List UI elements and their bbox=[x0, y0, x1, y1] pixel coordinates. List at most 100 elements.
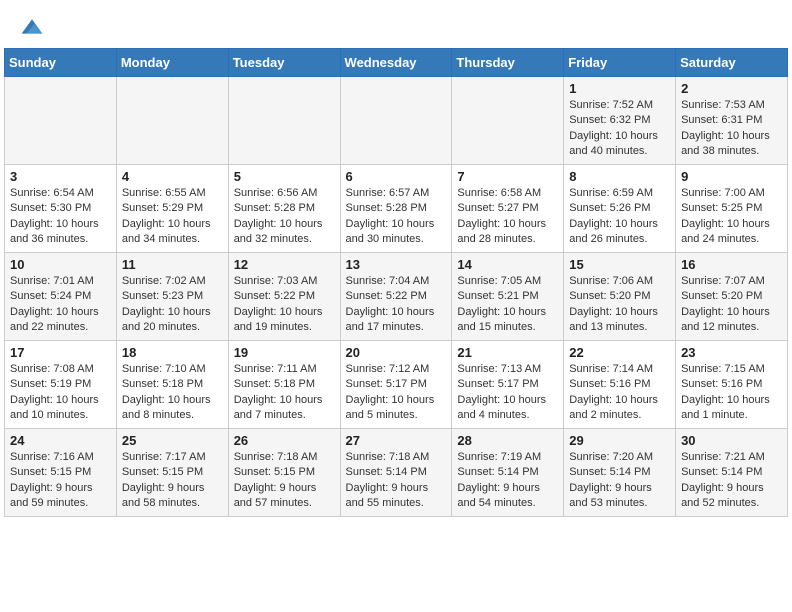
day-number: 7 bbox=[457, 169, 558, 184]
calendar-cell bbox=[116, 77, 228, 165]
day-number: 13 bbox=[346, 257, 447, 272]
day-number: 12 bbox=[234, 257, 335, 272]
weekday-saturday: Saturday bbox=[676, 49, 788, 77]
calendar-cell: 1 Sunrise: 7:52 AMSunset: 6:32 PMDaylight… bbox=[564, 77, 676, 165]
day-number: 9 bbox=[681, 169, 782, 184]
calendar-cell: 25Sunrise: 7:17 AMSunset: 5:15 PMDayligh… bbox=[116, 429, 228, 517]
day-number: 22 bbox=[569, 345, 670, 360]
calendar-cell: 2 Sunrise: 7:53 AMSunset: 6:31 PMDaylight… bbox=[676, 77, 788, 165]
day-info: Sunrise: 7:03 AMSunset: 5:22 PMDaylight:… bbox=[234, 274, 335, 336]
day-info: Sunrise: 7:18 AMSunset: 5:14 PMDaylight:… bbox=[346, 450, 447, 512]
day-number: 10 bbox=[10, 257, 111, 272]
calendar-row-3: 17 Sunrise: 7:08 AMSunset: 5:19 PMDayligh… bbox=[5, 341, 788, 429]
calendar-cell bbox=[340, 77, 452, 165]
calendar-row-0: 1 Sunrise: 7:52 AMSunset: 6:32 PMDaylight… bbox=[5, 77, 788, 165]
day-info: Sunrise: 7:00 AMSunset: 5:25 PMDaylight:… bbox=[681, 186, 782, 248]
calendar-cell: 21 Sunrise: 7:13 AMSunset: 5:17 PMDayligh… bbox=[452, 341, 564, 429]
day-info: Sunrise: 7:11 AMSunset: 5:18 PMDaylight:… bbox=[234, 362, 335, 424]
calendar-cell: 14 Sunrise: 7:05 AMSunset: 5:21 PMDayligh… bbox=[452, 253, 564, 341]
day-info: Sunrise: 7:06 AMSunset: 5:20 PMDaylight:… bbox=[569, 274, 670, 336]
calendar-cell: 27 Sunrise: 7:18 AMSunset: 5:14 PMDayligh… bbox=[340, 429, 452, 517]
day-info: Sunrise: 7:07 AMSunset: 5:20 PMDaylight:… bbox=[681, 274, 782, 336]
day-info: Sunrise: 7:19 AMSunset: 5:14 PMDaylight:… bbox=[457, 450, 558, 512]
weekday-thursday: Thursday bbox=[452, 49, 564, 77]
calendar-cell bbox=[452, 77, 564, 165]
day-number: 2 bbox=[681, 81, 782, 96]
day-info: Sunrise: 7:13 AMSunset: 5:17 PMDaylight:… bbox=[457, 362, 558, 424]
calendar-cell: 5 Sunrise: 6:56 AMSunset: 5:28 PMDaylight… bbox=[228, 165, 340, 253]
day-number: 18 bbox=[122, 345, 223, 360]
page-header bbox=[0, 0, 792, 48]
day-info: Sunrise: 7:10 AMSunset: 5:18 PMDaylight:… bbox=[122, 362, 223, 424]
calendar-cell: 15 Sunrise: 7:06 AMSunset: 5:20 PMDayligh… bbox=[564, 253, 676, 341]
day-info: Sunrise: 6:55 AMSunset: 5:29 PMDaylight:… bbox=[122, 186, 223, 248]
day-number: 14 bbox=[457, 257, 558, 272]
calendar-row-2: 10Sunrise: 7:01 AMSunset: 5:24 PMDayligh… bbox=[5, 253, 788, 341]
day-number: 15 bbox=[569, 257, 670, 272]
weekday-monday: Monday bbox=[116, 49, 228, 77]
day-number: 28 bbox=[457, 433, 558, 448]
day-number: 27 bbox=[346, 433, 447, 448]
calendar-cell: 13 Sunrise: 7:04 AMSunset: 5:22 PMDayligh… bbox=[340, 253, 452, 341]
day-number: 24 bbox=[10, 433, 111, 448]
calendar-cell bbox=[5, 77, 117, 165]
day-info: Sunrise: 7:08 AMSunset: 5:19 PMDaylight:… bbox=[10, 362, 111, 424]
day-number: 17 bbox=[10, 345, 111, 360]
calendar-cell: 19 Sunrise: 7:11 AMSunset: 5:18 PMDayligh… bbox=[228, 341, 340, 429]
weekday-wednesday: Wednesday bbox=[340, 49, 452, 77]
calendar-cell: 28 Sunrise: 7:19 AMSunset: 5:14 PMDayligh… bbox=[452, 429, 564, 517]
logo bbox=[20, 16, 48, 40]
day-info: Sunrise: 6:58 AMSunset: 5:27 PMDaylight:… bbox=[457, 186, 558, 248]
calendar-cell: 8Sunrise: 6:59 AMSunset: 5:26 PMDaylight… bbox=[564, 165, 676, 253]
day-info: Sunrise: 7:14 AMSunset: 5:16 PMDaylight:… bbox=[569, 362, 670, 424]
day-number: 16 bbox=[681, 257, 782, 272]
day-number: 19 bbox=[234, 345, 335, 360]
calendar-cell: 20 Sunrise: 7:12 AMSunset: 5:17 PMDayligh… bbox=[340, 341, 452, 429]
calendar-cell: 4 Sunrise: 6:55 AMSunset: 5:29 PMDaylight… bbox=[116, 165, 228, 253]
day-number: 8 bbox=[569, 169, 670, 184]
day-number: 23 bbox=[681, 345, 782, 360]
day-info: Sunrise: 7:18 AMSunset: 5:15 PMDaylight:… bbox=[234, 450, 335, 512]
calendar-cell: 29Sunrise: 7:20 AMSunset: 5:14 PMDayligh… bbox=[564, 429, 676, 517]
day-info: Sunrise: 6:57 AMSunset: 5:28 PMDaylight:… bbox=[346, 186, 447, 248]
calendar-cell: 17 Sunrise: 7:08 AMSunset: 5:19 PMDayligh… bbox=[5, 341, 117, 429]
calendar-cell: 16 Sunrise: 7:07 AMSunset: 5:20 PMDayligh… bbox=[676, 253, 788, 341]
day-number: 5 bbox=[234, 169, 335, 184]
calendar-cell: 11Sunrise: 7:02 AMSunset: 5:23 PMDayligh… bbox=[116, 253, 228, 341]
day-number: 1 bbox=[569, 81, 670, 96]
day-info: Sunrise: 7:16 AMSunset: 5:15 PMDaylight:… bbox=[10, 450, 111, 512]
calendar-cell: 7 Sunrise: 6:58 AMSunset: 5:27 PMDaylight… bbox=[452, 165, 564, 253]
weekday-header-row: SundayMondayTuesdayWednesdayThursdayFrid… bbox=[5, 49, 788, 77]
day-info: Sunrise: 6:56 AMSunset: 5:28 PMDaylight:… bbox=[234, 186, 335, 248]
calendar-cell: 6Sunrise: 6:57 AMSunset: 5:28 PMDaylight… bbox=[340, 165, 452, 253]
calendar-cell: 18 Sunrise: 7:10 AMSunset: 5:18 PMDayligh… bbox=[116, 341, 228, 429]
day-info: Sunrise: 7:52 AMSunset: 6:32 PMDaylight:… bbox=[569, 98, 670, 160]
calendar-cell: 10Sunrise: 7:01 AMSunset: 5:24 PMDayligh… bbox=[5, 253, 117, 341]
day-number: 30 bbox=[681, 433, 782, 448]
calendar-cell: 22 Sunrise: 7:14 AMSunset: 5:16 PMDayligh… bbox=[564, 341, 676, 429]
calendar-cell: 23 Sunrise: 7:15 AMSunset: 5:16 PMDayligh… bbox=[676, 341, 788, 429]
calendar-cell: 24 Sunrise: 7:16 AMSunset: 5:15 PMDayligh… bbox=[5, 429, 117, 517]
day-info: Sunrise: 7:12 AMSunset: 5:17 PMDaylight:… bbox=[346, 362, 447, 424]
weekday-friday: Friday bbox=[564, 49, 676, 77]
weekday-sunday: Sunday bbox=[5, 49, 117, 77]
day-number: 4 bbox=[122, 169, 223, 184]
day-number: 20 bbox=[346, 345, 447, 360]
day-info: Sunrise: 7:15 AMSunset: 5:16 PMDaylight:… bbox=[681, 362, 782, 424]
day-info: Sunrise: 7:20 AMSunset: 5:14 PMDaylight:… bbox=[569, 450, 670, 512]
day-info: Sunrise: 7:21 AMSunset: 5:14 PMDaylight:… bbox=[681, 450, 782, 512]
day-number: 26 bbox=[234, 433, 335, 448]
calendar-cell: 3Sunrise: 6:54 AMSunset: 5:30 PMDaylight… bbox=[5, 165, 117, 253]
calendar-cell: 12 Sunrise: 7:03 AMSunset: 5:22 PMDayligh… bbox=[228, 253, 340, 341]
calendar-wrapper: SundayMondayTuesdayWednesdayThursdayFrid… bbox=[0, 48, 792, 521]
day-info: Sunrise: 7:53 AMSunset: 6:31 PMDaylight:… bbox=[681, 98, 782, 160]
calendar-cell bbox=[228, 77, 340, 165]
day-info: Sunrise: 7:04 AMSunset: 5:22 PMDaylight:… bbox=[346, 274, 447, 336]
day-number: 21 bbox=[457, 345, 558, 360]
calendar-row-1: 3Sunrise: 6:54 AMSunset: 5:30 PMDaylight… bbox=[5, 165, 788, 253]
calendar-cell: 9 Sunrise: 7:00 AMSunset: 5:25 PMDaylight… bbox=[676, 165, 788, 253]
weekday-tuesday: Tuesday bbox=[228, 49, 340, 77]
calendar-cell: 26 Sunrise: 7:18 AMSunset: 5:15 PMDayligh… bbox=[228, 429, 340, 517]
day-info: Sunrise: 7:05 AMSunset: 5:21 PMDaylight:… bbox=[457, 274, 558, 336]
day-info: Sunrise: 7:02 AMSunset: 5:23 PMDaylight:… bbox=[122, 274, 223, 336]
